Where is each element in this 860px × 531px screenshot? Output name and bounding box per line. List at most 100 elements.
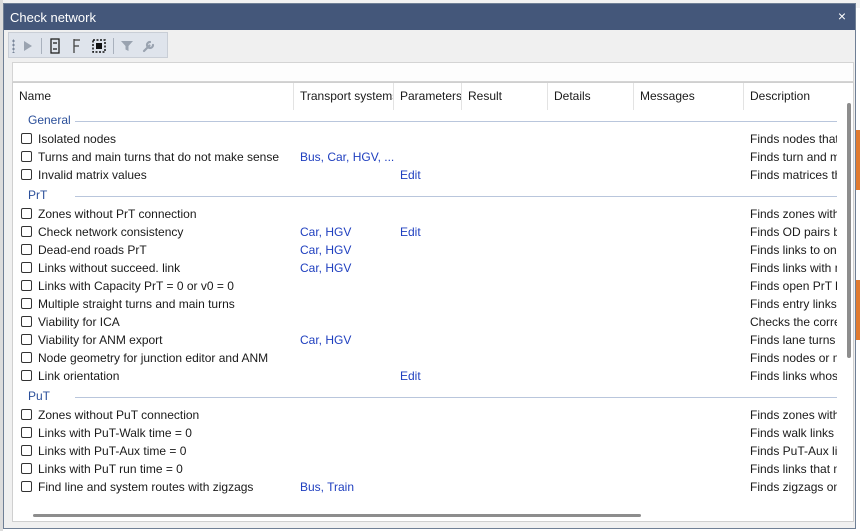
table-row[interactable]: Isolated nodes Finds nodes that a — [13, 130, 837, 148]
transport-systems-link — [300, 424, 396, 442]
row-checkbox[interactable] — [21, 169, 32, 180]
row-checkbox[interactable] — [21, 334, 32, 345]
transport-systems-link — [300, 313, 396, 331]
table-row[interactable]: Node geometry for junction editor and AN… — [13, 349, 837, 367]
check-description: Finds zones withou — [750, 408, 837, 422]
table-row[interactable]: Dead-end roads PrT Car, HGV Finds links to… — [13, 241, 837, 259]
row-checkbox[interactable] — [21, 262, 32, 273]
check-description: Finds zigzags on li — [750, 480, 837, 494]
expand-all-icon[interactable] — [68, 37, 86, 55]
column-header-description[interactable]: Description — [744, 83, 837, 110]
table-row[interactable]: Link orientation Edit Finds links whose — [13, 367, 837, 385]
check-name: Viability for ICA — [38, 315, 120, 329]
check-name: Isolated nodes — [38, 132, 117, 146]
parameters-edit-link[interactable]: Edit — [400, 166, 460, 184]
row-checkbox[interactable] — [21, 208, 32, 219]
collapse-all-icon[interactable] — [46, 37, 64, 55]
check-name: Links without succeed. link — [38, 261, 181, 275]
row-checkbox[interactable] — [21, 427, 32, 438]
transport-systems-link — [300, 406, 396, 424]
parameters-edit-link — [400, 478, 460, 496]
table-row[interactable]: Viability for ANM export Car, HGV Finds la… — [13, 331, 837, 349]
parameters-edit-link — [400, 460, 460, 478]
check-name: Links with Capacity PrT = 0 or v0 = 0 — [38, 279, 234, 293]
transport-systems-link — [300, 349, 396, 367]
table-row[interactable]: Check network consistency Car, HGV Edit Fin… — [13, 223, 837, 241]
transport-systems-link[interactable]: Bus, Train — [300, 478, 396, 496]
parameters-edit-link[interactable]: Edit — [400, 367, 460, 385]
close-icon[interactable]: × — [835, 8, 849, 24]
select-marked-icon[interactable] — [90, 37, 108, 55]
parameters-edit-link — [400, 349, 460, 367]
transport-systems-link — [300, 130, 396, 148]
column-header-transport-systems[interactable]: Transport systems — [294, 83, 394, 110]
transport-systems-link[interactable]: Car, HGV — [300, 259, 396, 277]
table-row[interactable]: Links with Capacity PrT = 0 or v0 = 0 Fin… — [13, 277, 837, 295]
run-icon[interactable] — [19, 37, 37, 55]
check-name: Links with PuT-Walk time = 0 — [38, 426, 192, 440]
check-description: Finds links with no — [750, 261, 837, 275]
parameters-edit-link — [400, 277, 460, 295]
transport-systems-link[interactable]: Bus, Car, HGV, ... — [300, 148, 396, 166]
transport-systems-link[interactable]: Car, HGV — [300, 241, 396, 259]
filter-icon[interactable] — [118, 37, 136, 55]
table-row[interactable]: Turns and main turns that do not make se… — [13, 148, 837, 166]
group-divider — [75, 397, 837, 398]
vertical-scrollbar[interactable] — [847, 103, 851, 358]
column-header-parameters[interactable]: Parameters — [394, 83, 462, 110]
row-checkbox[interactable] — [21, 370, 32, 381]
row-checkbox[interactable] — [21, 298, 32, 309]
column-header-messages[interactable]: Messages — [634, 83, 744, 110]
horizontal-scrollbar[interactable] — [33, 514, 641, 517]
column-header-result[interactable]: Result — [462, 83, 548, 110]
table-row[interactable]: Zones without PrT connection Finds zones … — [13, 205, 837, 223]
check-description: Finds OD pairs bet — [750, 225, 837, 239]
toolbar-grip[interactable] — [12, 39, 15, 53]
parameters-edit-link — [400, 313, 460, 331]
check-name: Link orientation — [38, 369, 120, 383]
row-checkbox[interactable] — [21, 151, 32, 162]
row-checkbox[interactable] — [21, 244, 32, 255]
checks-grid: Name Transport systems Parameters Result… — [12, 82, 854, 522]
table-row[interactable]: Links with PuT-Walk time = 0 Finds walk l… — [13, 424, 837, 442]
row-checkbox[interactable] — [21, 481, 32, 492]
toolbar — [8, 32, 168, 58]
parameters-edit-link — [400, 148, 460, 166]
check-name: Zones without PrT connection — [38, 207, 197, 221]
table-row[interactable]: Invalid matrix values Edit Finds matrices … — [13, 166, 837, 184]
check-description: Finds links that me — [750, 462, 837, 476]
transport-systems-link[interactable]: Car, HGV — [300, 331, 396, 349]
row-checkbox[interactable] — [21, 133, 32, 144]
check-name: Dead-end roads PrT — [38, 243, 147, 257]
table-row[interactable]: Links with PuT-Aux time = 0 Finds PuT-Aux… — [13, 442, 837, 460]
check-network-dialog: Check network × Name Transport systems P… — [3, 3, 856, 529]
row-checkbox[interactable] — [21, 445, 32, 456]
row-checkbox[interactable] — [21, 226, 32, 237]
table-row[interactable]: Find line and system routes with zigzags… — [13, 478, 837, 496]
column-header-details[interactable]: Details — [548, 83, 634, 110]
parameters-edit-link[interactable]: Edit — [400, 223, 460, 241]
row-checkbox[interactable] — [21, 280, 32, 291]
wrench-icon[interactable] — [140, 37, 158, 55]
row-checkbox[interactable] — [21, 352, 32, 363]
row-checkbox[interactable] — [21, 316, 32, 327]
table-row[interactable]: Zones without PuT connection Finds zones … — [13, 406, 837, 424]
group-header: General — [13, 110, 837, 132]
row-checkbox[interactable] — [21, 409, 32, 420]
transport-systems-link[interactable]: Car, HGV — [300, 223, 396, 241]
parameters-edit-link — [400, 130, 460, 148]
table-row[interactable]: Links without succeed. link Car, HGV Finds… — [13, 259, 837, 277]
group-header: PuT — [13, 386, 837, 408]
check-name: Turns and main turns that do not make se… — [38, 150, 280, 164]
table-row[interactable]: Multiple straight turns and main turns Fi… — [13, 295, 837, 313]
table-row[interactable]: Viability for ICA Checks the correc — [13, 313, 837, 331]
row-checkbox[interactable] — [21, 463, 32, 474]
column-header-name[interactable]: Name — [13, 83, 294, 110]
check-description: Finds nodes that a — [750, 132, 837, 146]
window-title: Check network — [10, 10, 96, 25]
table-row[interactable]: Links with PuT run time = 0 Finds links t… — [13, 460, 837, 478]
check-name: Links with PuT run time = 0 — [38, 462, 183, 476]
check-description: Checks the correc — [750, 315, 837, 329]
transport-systems-link — [300, 205, 396, 223]
check-name: Viability for ANM export — [38, 333, 163, 347]
